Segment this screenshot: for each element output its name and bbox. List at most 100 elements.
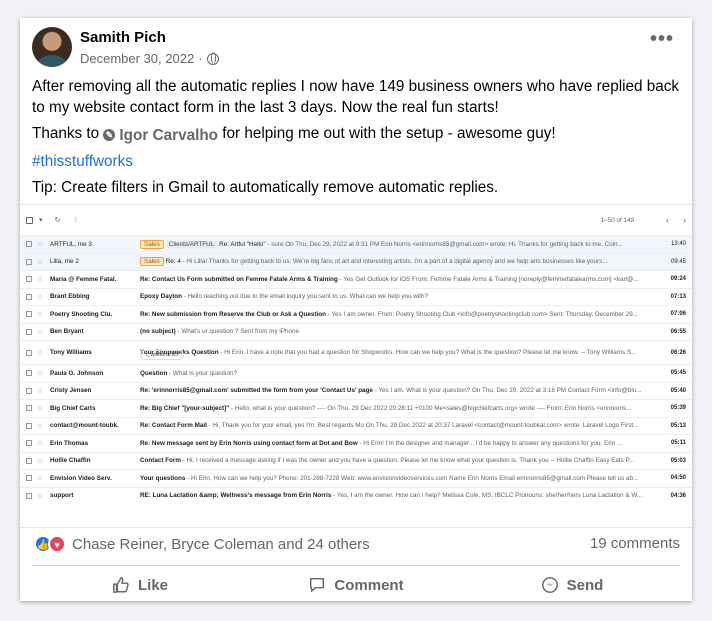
email-row[interactable]: ☆ Ben Bryant (no subject) - What's ur ques…	[20, 322, 692, 341]
row-checkbox[interactable]	[26, 241, 32, 248]
author-name[interactable]: Samith Pich	[80, 28, 219, 48]
star-icon[interactable]: ☆	[37, 328, 43, 336]
email-row[interactable]: ☆ Lilla, me 2 Sales Re: 4 - Hi Lilla! Thank…	[20, 252, 692, 270]
email-row[interactable]: ☆ Maria @ Femme Fatal. Re: Contact Us Form…	[20, 270, 692, 288]
row-checkbox[interactable]	[26, 370, 32, 377]
star-icon[interactable]: ☆	[37, 240, 43, 248]
email-row[interactable]: ☆ contact@mount-toubk. Re: Contact Form Ma…	[20, 416, 692, 435]
star-icon[interactable]: ☆	[37, 369, 43, 377]
star-icon[interactable]: ☆	[37, 492, 43, 500]
email-subject: (no subject)	[140, 328, 176, 336]
row-checkbox[interactable]	[26, 492, 32, 499]
email-row[interactable]: ☆ ARTFUL, me 3 Sales Clients/ARTFUL Re: Artf…	[20, 235, 692, 253]
star-icon[interactable]: ☆	[37, 457, 43, 465]
row-checkbox[interactable]	[26, 276, 32, 283]
email-subject: RE: Luna Lactation &amp; Wellness's mess…	[140, 492, 332, 500]
row-checkbox[interactable]	[26, 405, 32, 412]
email-subject: Your questions	[140, 474, 186, 482]
row-checkbox[interactable]	[26, 328, 32, 335]
hashtag-link[interactable]: #thisstuffworks	[32, 153, 133, 170]
email-row[interactable]: ☆ Hollie Chaffin Contact Form - Hi, I rece…	[20, 451, 692, 470]
email-line: Question - What is your question?	[140, 370, 658, 377]
email-row[interactable]: ☆ Cristy Jensen Re: 'erinnorris85@gmail.co…	[20, 381, 692, 400]
reaction-names[interactable]: Chase Reiner, Bryce Coleman and 24 other…	[72, 536, 370, 553]
star-icon[interactable]: ☆	[37, 474, 43, 482]
email-subject: Re: Contact Form Mail	[140, 422, 207, 430]
star-icon[interactable]: ☆	[37, 422, 43, 430]
comment-button[interactable]: Comment	[248, 570, 464, 600]
row-checkbox[interactable]	[26, 311, 32, 318]
profile-badge-icon: ✎	[103, 129, 116, 141]
row-checkbox[interactable]	[26, 475, 32, 482]
email-line: Re: New message sent by Erin Norris usin…	[140, 440, 658, 447]
email-time: 06:26	[670, 349, 686, 356]
email-row[interactable]: ☆ Envision Video Serv. Your questions - Hi…	[20, 469, 692, 487]
email-subject: Re: 4	[165, 258, 181, 266]
email-snippet: - What's ur question ? Sent from my iPho…	[175, 328, 300, 336]
more-options-icon[interactable]: •••	[650, 29, 674, 49]
more-vert-icon: ⋮	[72, 217, 80, 224]
star-icon[interactable]: ☆	[37, 275, 43, 283]
star-icon[interactable]: ☆	[37, 404, 43, 412]
email-time: 07:06	[670, 311, 686, 318]
row-checkbox[interactable]	[26, 349, 32, 356]
email-row[interactable]: ☆ Poetry Shooting Clu. Re: New submission …	[20, 305, 692, 323]
email-line: Sales Re: 4 - Hi Lilla! Thanks for gettin…	[140, 257, 658, 267]
comment-count[interactable]: 19 comments	[590, 535, 680, 552]
tagged-user[interactable]: ✎ Igor Carvalho	[103, 125, 218, 146]
star-icon[interactable]: ☆	[37, 258, 43, 266]
row-checkbox[interactable]	[26, 422, 32, 429]
like-button[interactable]: Like	[32, 570, 248, 600]
email-subject: Contact Form	[140, 457, 181, 465]
post-body: After removing all the automatic replies…	[32, 76, 688, 203]
row-checkbox[interactable]	[26, 457, 32, 464]
email-sender: Envision Video Serv.	[50, 474, 112, 482]
email-line: Contact Form - Hi, I received a message …	[140, 457, 658, 464]
email-time: 04:50	[670, 475, 686, 482]
email-snippet: - sure On Thu, Dec 29, 2022 at 9:31 PM E…	[265, 240, 623, 248]
author-avatar[interactable]	[32, 27, 72, 67]
post-tip: Tip: Create filters in Gmail to automati…	[32, 178, 499, 196]
email-row[interactable]: ☆ Tony Williams Your Shopworks Question - …	[20, 340, 692, 364]
email-sender: Lilla, me 2	[50, 258, 79, 266]
email-line: (no subject) - What's ur question ? Sent…	[140, 328, 658, 335]
email-snippet: - Hi, I received a message asking if I w…	[180, 457, 635, 465]
star-icon[interactable]: ☆	[37, 387, 43, 395]
email-subject: Re: 'erinnorris85@gmail.com' submitted t…	[140, 387, 373, 395]
email-time: 06:55	[670, 328, 686, 335]
email-row[interactable]: ☆ Brant Ebbing Epoxy Dayton - Hello reachi…	[20, 287, 692, 306]
email-row[interactable]: ☆ Big Chief Carts Re: Big Chief "[your-sub…	[20, 399, 692, 417]
star-icon[interactable]: ☆	[37, 310, 43, 318]
row-checkbox[interactable]	[26, 258, 32, 265]
email-row[interactable]: ☆ Paula G. Johnson Question - What is your…	[20, 364, 692, 382]
globe-icon	[206, 52, 219, 65]
email-time: 05:13	[670, 422, 686, 429]
star-icon[interactable]: ☆	[37, 293, 43, 301]
email-label[interactable]: Sales	[140, 239, 164, 249]
email-subject: Re: Contact Us Form submitted on Femme F…	[140, 275, 338, 283]
send-button[interactable]: Send	[464, 570, 680, 600]
email-sender: Ben Bryant	[50, 328, 84, 336]
email-subject: Re: Big Chief "[your-subject]"	[140, 404, 230, 412]
email-time: 05:45	[670, 370, 686, 377]
email-label[interactable]: Clients/ARTFUL	[165, 240, 218, 248]
email-subject: Re: New submission from Reserve the Club…	[140, 310, 326, 318]
email-row[interactable]: ☆ support RE: Luna Lactation &amp; Wellnes…	[20, 486, 692, 505]
email-row[interactable]: ☆ Erin Thomas Re: New message sent by Erin…	[20, 434, 692, 452]
row-checkbox[interactable]	[26, 440, 32, 447]
email-line: Epoxy Dayton - Hello reaching out due to…	[140, 293, 658, 300]
email-snippet: - Hello reaching out due to the email in…	[182, 293, 429, 301]
email-label[interactable]: Sales	[140, 257, 164, 267]
email-sender: Big Chief Carts	[50, 404, 96, 412]
pagination-range: 1–50 of 149	[600, 216, 634, 224]
gmail-screenshot[interactable]: ▾ ↻ ⋮ 1–50 of 149 ‹ › ☆ ARTFUL, me 3 Sales…	[20, 204, 692, 528]
row-checkbox[interactable]	[26, 293, 32, 300]
post-date[interactable]: December 30, 2022	[80, 51, 194, 66]
star-icon[interactable]: ☆	[37, 349, 43, 357]
row-checkbox[interactable]	[26, 387, 32, 394]
attachment-chip[interactable]: t_williams.vcf	[140, 350, 185, 360]
star-icon[interactable]: ☆	[37, 439, 43, 447]
tagged-user-name[interactable]: Igor Carvalho	[119, 125, 218, 146]
reaction-summary[interactable]: 👍 ♥ Chase Reiner, Bryce Coleman and 24 o…	[34, 535, 370, 553]
gmail-toolbar: ▾ ↻ ⋮ 1–50 of 149 ‹ ›	[20, 205, 692, 235]
